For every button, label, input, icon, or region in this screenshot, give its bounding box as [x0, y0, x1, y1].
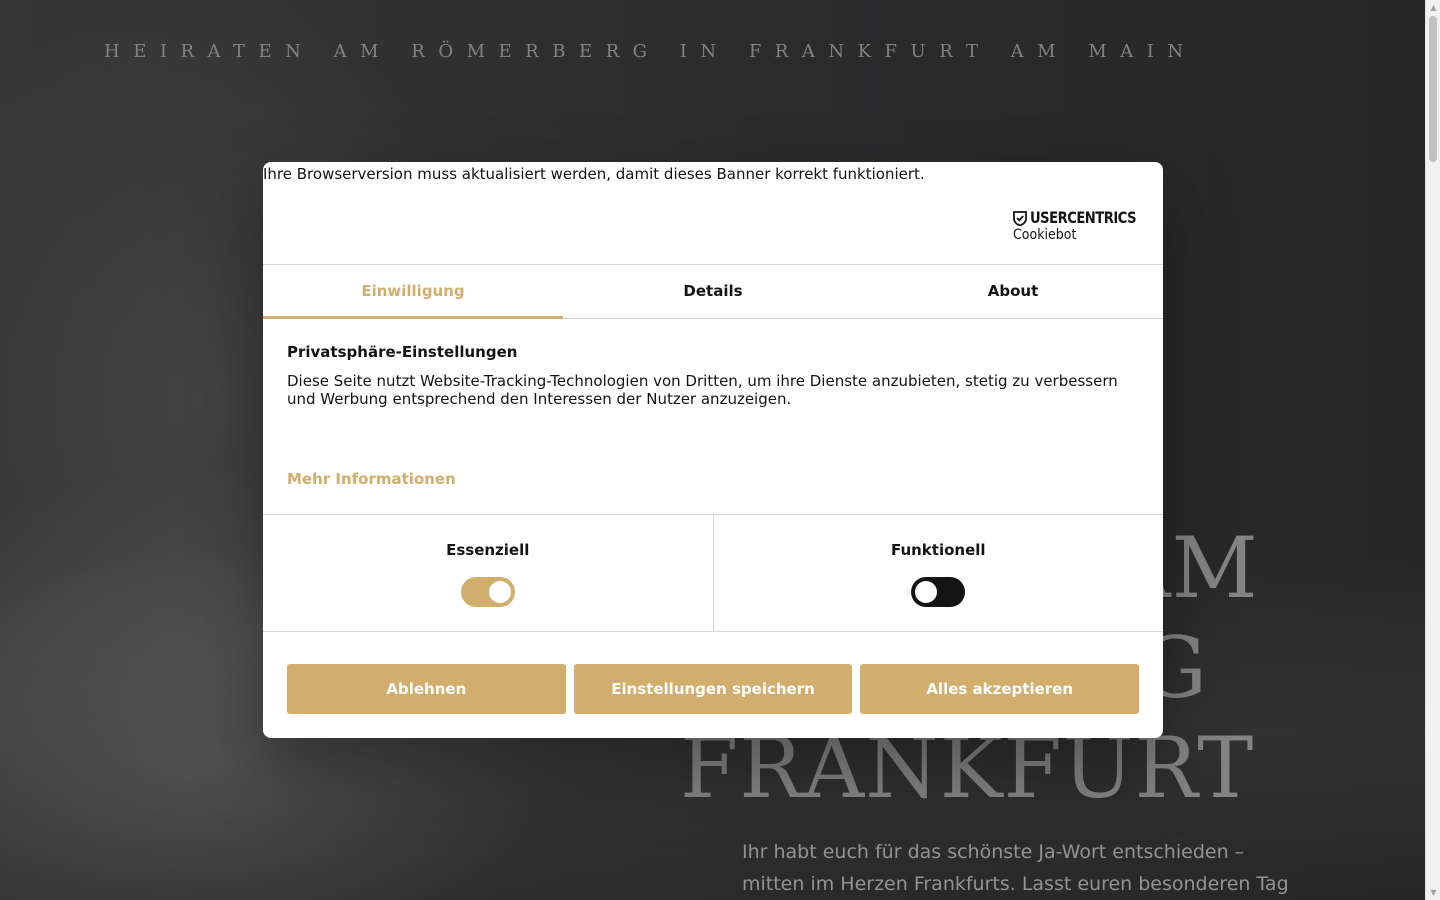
cookie-consent-dialog: Ihre Browserversion muss aktualisiert we…: [263, 162, 1163, 738]
more-information-link[interactable]: Mehr Informationen: [287, 470, 456, 488]
category-label: Essenziell: [446, 541, 530, 559]
essential-toggle[interactable]: [460, 577, 515, 607]
consent-categories: Essenziell Funktionell: [263, 514, 1163, 632]
consent-content: Privatsphäre-Einstellungen Diese Seite n…: [287, 342, 1139, 408]
category-essential: Essenziell: [263, 515, 713, 631]
toggle-knob: [488, 581, 511, 603]
shield-icon: [1013, 211, 1027, 226]
tab-einwilligung[interactable]: Einwilligung: [263, 265, 563, 319]
consent-tabs: Einwilligung Details About: [263, 264, 1163, 319]
scroll-up-arrow-icon[interactable]: ▲: [1426, 0, 1440, 15]
logo-brand-text: USERCENTRICS: [1030, 208, 1137, 227]
usercentrics-logo[interactable]: USERCENTRICS Cookiebot: [1013, 208, 1137, 245]
page-scrollbar[interactable]: ▲ ▼: [1425, 0, 1440, 900]
category-functional: Funktionell: [712, 515, 1164, 631]
tab-about[interactable]: About: [863, 265, 1163, 318]
scroll-down-arrow-icon[interactable]: ▼: [1426, 885, 1440, 900]
save-settings-button[interactable]: Einstellungen speichern: [573, 664, 853, 714]
privacy-description: Diese Seite nutzt Website-Tracking-Techn…: [287, 372, 1118, 408]
browser-version-warning: Ihre Browserversion muss aktualisiert we…: [263, 165, 925, 183]
consent-buttons: Ablehnen Einstellungen speichern Alles a…: [287, 664, 1140, 714]
tab-details[interactable]: Details: [563, 265, 863, 318]
decline-button[interactable]: Ablehnen: [287, 664, 566, 714]
functional-toggle[interactable]: [911, 577, 966, 607]
category-label: Funktionell: [890, 541, 986, 559]
accept-all-button[interactable]: Alles akzeptieren: [860, 664, 1140, 714]
toggle-knob: [915, 581, 938, 603]
logo-product-text: Cookiebot: [1013, 227, 1077, 243]
scroll-thumb[interactable]: [1429, 16, 1437, 162]
privacy-settings-heading: Privatsphäre-Einstellungen: [287, 343, 518, 361]
